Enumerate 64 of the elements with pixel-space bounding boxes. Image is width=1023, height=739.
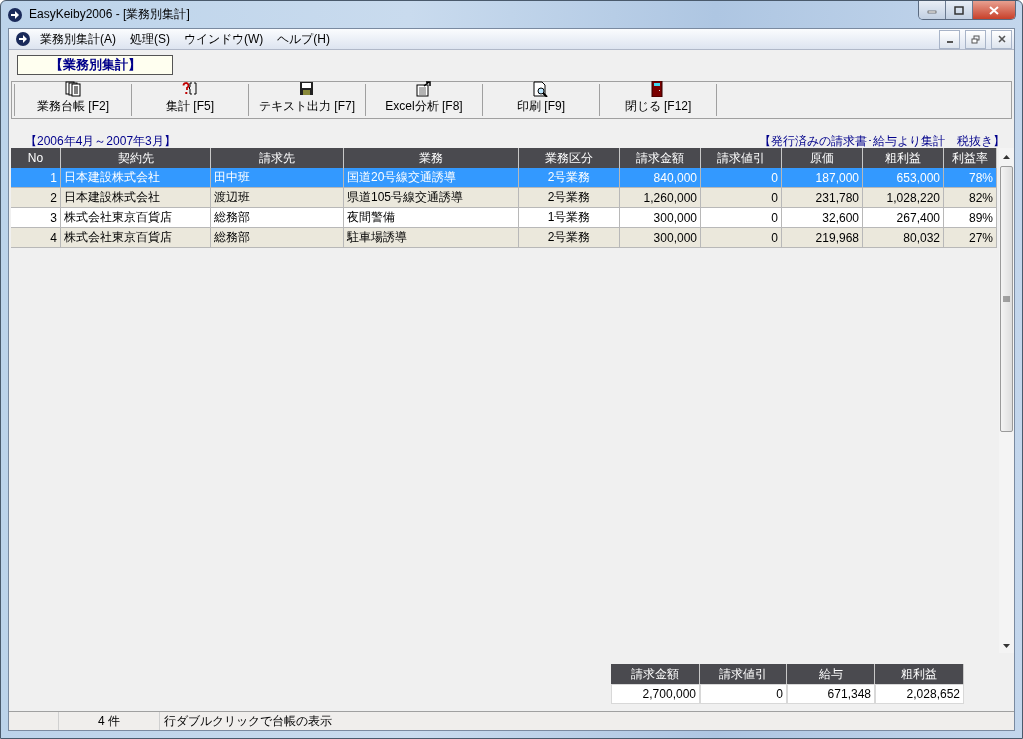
total-cell: 2,028,652 — [875, 684, 964, 704]
stacked-pages-icon — [65, 81, 81, 97]
ledger-button[interactable]: 業務台帳 [F2] — [14, 84, 131, 116]
export-button[interactable]: Excel分析 [F8] — [365, 84, 482, 116]
table-cell[interactable]: 4 — [11, 228, 61, 248]
restore-icon — [971, 34, 980, 44]
child-close-button[interactable] — [991, 29, 1012, 49]
door-icon — [650, 81, 666, 97]
column-header[interactable]: 利益率 — [944, 148, 997, 168]
table-cell[interactable]: 80,032 — [863, 228, 944, 248]
table-cell[interactable]: 300,000 — [620, 228, 701, 248]
column-header[interactable]: 粗利益 — [863, 148, 944, 168]
column-header[interactable]: 業務 — [344, 148, 519, 168]
table-cell[interactable]: 総務部 — [211, 228, 344, 248]
column-header[interactable]: No — [11, 148, 61, 168]
table-cell[interactable]: 27% — [944, 228, 997, 248]
summary-note: 【発行済みの請求書･給与より集計 税抜き】 — [759, 133, 1005, 148]
table-cell[interactable]: 219,968 — [782, 228, 863, 248]
grip-icon — [1003, 295, 1010, 303]
column-header: 請求値引 — [700, 664, 787, 684]
table-cell[interactable]: 2号業務 — [519, 228, 620, 248]
child-restore-button[interactable] — [965, 29, 986, 49]
column-header: 請求金額 — [611, 664, 700, 684]
child-minimize-button[interactable] — [939, 29, 960, 49]
question-braces-icon — [182, 81, 198, 97]
column-header[interactable]: 原価 — [782, 148, 863, 168]
maximize-icon — [954, 5, 964, 15]
table-cell[interactable]: 株式会社東京百貨店 — [61, 228, 211, 248]
maximize-button[interactable] — [946, 1, 973, 19]
status-message: 行ダブルクリックで台帳の表示 — [163, 712, 332, 730]
total-cell: 0 — [700, 684, 787, 704]
table-cell[interactable]: 駐車場誘導 — [344, 228, 519, 248]
aggregate-button[interactable]: 集計 [F5] — [131, 84, 248, 116]
column-header[interactable]: 請求値引 — [701, 148, 782, 168]
record-count: 4 件 — [59, 712, 160, 730]
minimize-button[interactable] — [919, 1, 946, 19]
column-header: 粗利益 — [875, 664, 964, 684]
table-row[interactable]: 4 株式会社東京百貨店 総務部 駐車場誘導 2号業務 300,000 0 219,968 80,032 27% — [11, 228, 997, 248]
close-icon — [989, 5, 999, 15]
menu-item[interactable]: 処理(S) — [125, 29, 175, 49]
column-header[interactable]: 請求先 — [211, 148, 344, 168]
table-cell[interactable]: 0 — [701, 228, 782, 248]
page-magnifier-icon — [533, 81, 549, 97]
section-title: 【業務別集計】 — [17, 55, 173, 75]
save-button[interactable]: テキスト出力 [F7] — [248, 84, 365, 116]
exit-button[interactable]: 閉じる [F12] — [599, 84, 717, 116]
column-header[interactable]: 契約先 — [61, 148, 211, 168]
period-label: 【2006年4月～2007年3月】 — [25, 133, 176, 148]
vertical-scrollbar[interactable] — [999, 148, 1014, 653]
column-header[interactable]: 業務区分 — [519, 148, 620, 168]
column-header[interactable]: 請求金額 — [620, 148, 701, 168]
close-button[interactable] — [973, 1, 1015, 19]
menu-item[interactable]: ヘルプ(H) — [272, 29, 335, 49]
column-header: 給与 — [787, 664, 875, 684]
table-row[interactable]: 2 日本建設株式会社 渡辺班 県道105号線交通誘導 2号業務 1,260,000 0 231,780 1,028,220 82% — [11, 188, 997, 208]
scrollbar-thumb[interactable] — [1000, 166, 1013, 432]
close-icon — [997, 35, 1006, 43]
preview-button[interactable]: 印刷 [F9] — [482, 84, 599, 116]
total-cell: 2,700,000 — [611, 684, 700, 704]
menu-item[interactable]: ウインドウ(W) — [179, 29, 269, 49]
total-cell: 671,348 — [787, 684, 875, 704]
window-title: EasyKeiby2006 - [業務別集計] — [29, 6, 191, 23]
menu-item[interactable]: 業務別集計(A) — [35, 29, 121, 49]
table-row[interactable]: 3 株式会社東京百貨店 総務部 夜間警備 1号業務 300,000 0 32,600 267,400 89% — [11, 208, 997, 228]
